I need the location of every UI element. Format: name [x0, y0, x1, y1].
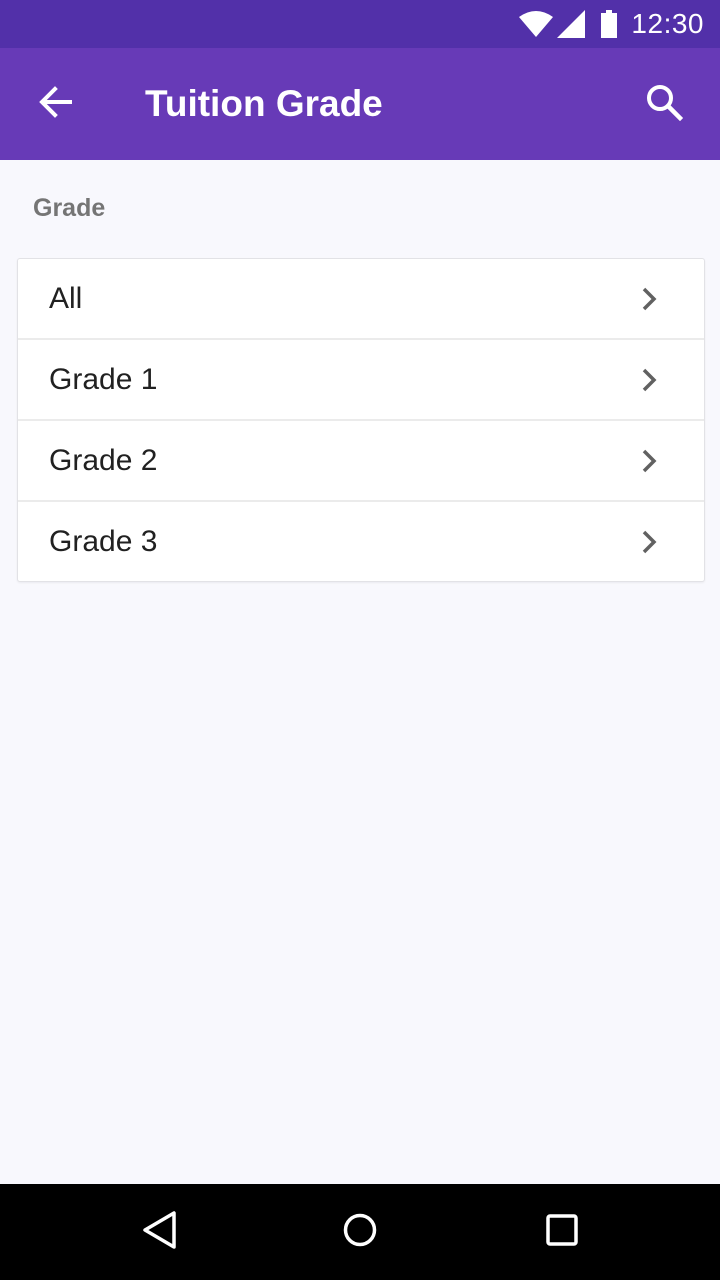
status-time: 12:30: [631, 8, 704, 39]
home-circle-icon: [340, 1210, 380, 1255]
back-button[interactable]: [28, 76, 84, 132]
status-bar: 12:30: [0, 0, 720, 48]
search-button[interactable]: [636, 76, 692, 132]
nav-back-button[interactable]: [136, 1208, 184, 1256]
status-icons: 12:30: [519, 0, 704, 48]
app-bar: Tuition Grade: [0, 48, 720, 160]
list-item-grade-1[interactable]: Grade 1: [18, 340, 704, 421]
list-item-grade-2[interactable]: Grade 2: [18, 421, 704, 502]
recents-square-icon: [542, 1210, 582, 1255]
signal-icon: [557, 10, 586, 38]
search-icon: [645, 83, 684, 126]
chevron-right-icon: [642, 530, 657, 554]
chevron-right-icon: [642, 368, 657, 392]
list-item-all[interactable]: All: [18, 259, 704, 340]
system-nav-bar: [0, 1184, 720, 1280]
list-item-label: Grade 2: [49, 444, 158, 477]
nav-home-button[interactable]: [336, 1208, 384, 1256]
section-label: Grade: [33, 194, 106, 222]
list-item-label: Grade 3: [49, 525, 158, 558]
list-item-grade-3[interactable]: Grade 3: [18, 502, 704, 581]
grade-list: All Grade 1 Grade 2 Grade 3: [17, 258, 705, 582]
chevron-right-icon: [642, 287, 657, 311]
chevron-right-icon: [642, 449, 657, 473]
list-item-label: Grade 1: [49, 363, 158, 396]
wifi-icon: [519, 11, 554, 37]
back-triangle-icon: [140, 1210, 180, 1255]
nav-recents-button[interactable]: [538, 1208, 586, 1256]
battery-icon: [601, 10, 618, 38]
list-item-label: All: [49, 282, 83, 315]
page-title: Tuition Grade: [145, 83, 383, 124]
arrow-back-icon: [38, 84, 74, 125]
